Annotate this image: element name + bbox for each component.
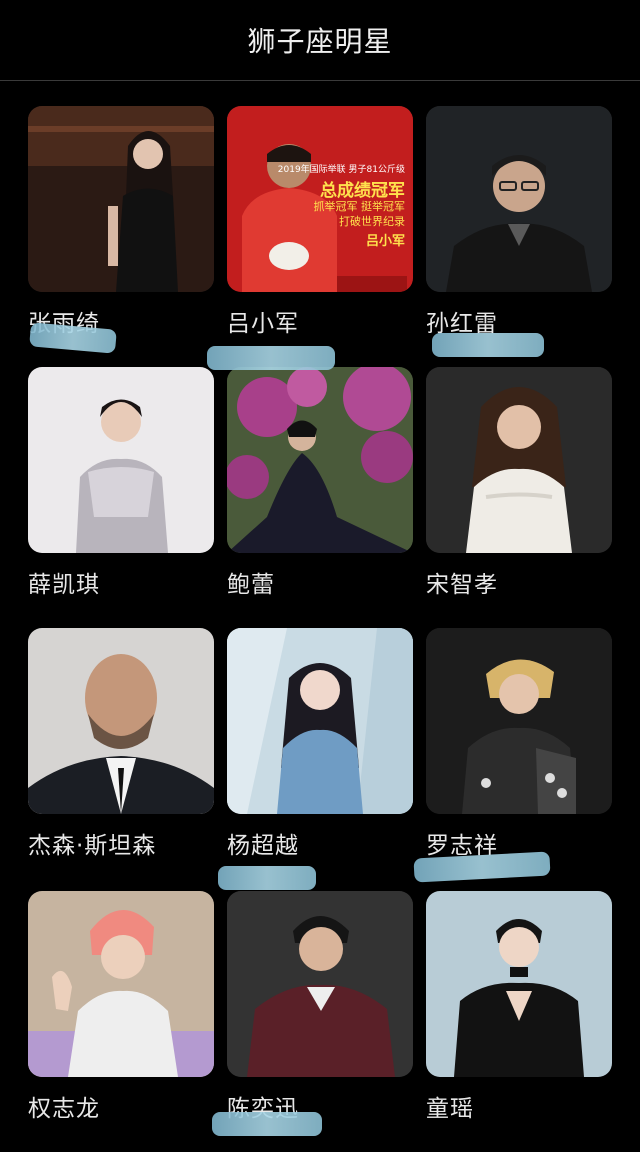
celebrity-card-9[interactable]: 罗志祥: [426, 628, 612, 859]
celebrity-photo[interactable]: [426, 106, 612, 292]
celebrity-card-1[interactable]: 张雨绮: [28, 106, 214, 337]
poster-line-1: 抓举冠军 挺举冠军: [313, 200, 406, 213]
celebrity-name: 薛凯琪: [28, 572, 100, 598]
poster-small-text: 2019年国际举联 男子81公斤级: [277, 165, 405, 175]
celebrity-name: 吕小军: [227, 311, 299, 337]
celebrity-card-8[interactable]: 杨超越: [227, 628, 413, 859]
celebrity-card-11[interactable]: 陈奕迅: [227, 891, 413, 1122]
celebrity-photo[interactable]: [426, 891, 612, 1077]
poster-signature: 吕小军: [365, 234, 405, 249]
celebrity-card-2[interactable]: 2019年国际举联 男子81公斤级 总成绩冠军 抓举冠军 挺举冠军 打破世界纪录…: [227, 106, 413, 337]
celebrity-card-5[interactable]: 鲍蕾: [227, 367, 413, 598]
celebrity-card-10[interactable]: 权志龙: [28, 891, 214, 1122]
celebrity-photo[interactable]: [28, 106, 214, 292]
celebrity-photo[interactable]: [227, 891, 413, 1077]
celebrity-card-4[interactable]: 薛凯琪: [28, 367, 214, 598]
scribble-mark: [207, 346, 335, 370]
celebrity-photo[interactable]: 2019年国际举联 男子81公斤级 总成绩冠军 抓举冠军 挺举冠军 打破世界纪录…: [227, 106, 413, 292]
celebrity-name: 童瑶: [426, 1096, 474, 1122]
celebrity-photo[interactable]: [28, 367, 214, 553]
celebrity-photo[interactable]: [227, 367, 413, 553]
celebrity-photo[interactable]: [227, 628, 413, 814]
celebrity-card-7[interactable]: 杰森·斯坦森: [28, 628, 214, 859]
poster-line-2: 打破世界纪录: [339, 215, 405, 228]
celebrity-name: 权志龙: [28, 1096, 100, 1122]
celebrity-name: 杨超越: [227, 833, 299, 859]
celebrity-name: 鲍蕾: [227, 572, 275, 598]
celebrity-photo[interactable]: [28, 891, 214, 1077]
celebrity-grid: 张雨绮 2019年国际举联 男子81公斤级 总成绩冠军 抓举冠军 挺举冠军 打破…: [0, 0, 640, 1152]
scribble-mark: [29, 322, 117, 354]
scribble-mark: [432, 333, 544, 357]
celebrity-photo[interactable]: [426, 367, 612, 553]
celebrity-card-3[interactable]: 孙红雷: [426, 106, 612, 337]
celebrity-name: 杰森·斯坦森: [28, 833, 157, 859]
celebrity-photo[interactable]: [426, 628, 612, 814]
scribble-mark: [212, 1112, 322, 1136]
scribble-mark: [218, 866, 316, 890]
celebrity-photo[interactable]: [28, 628, 214, 814]
celebrity-card-12[interactable]: 童瑶: [426, 891, 612, 1122]
celebrity-card-6[interactable]: 宋智孝: [426, 367, 612, 598]
celebrity-name: 宋智孝: [426, 572, 498, 598]
